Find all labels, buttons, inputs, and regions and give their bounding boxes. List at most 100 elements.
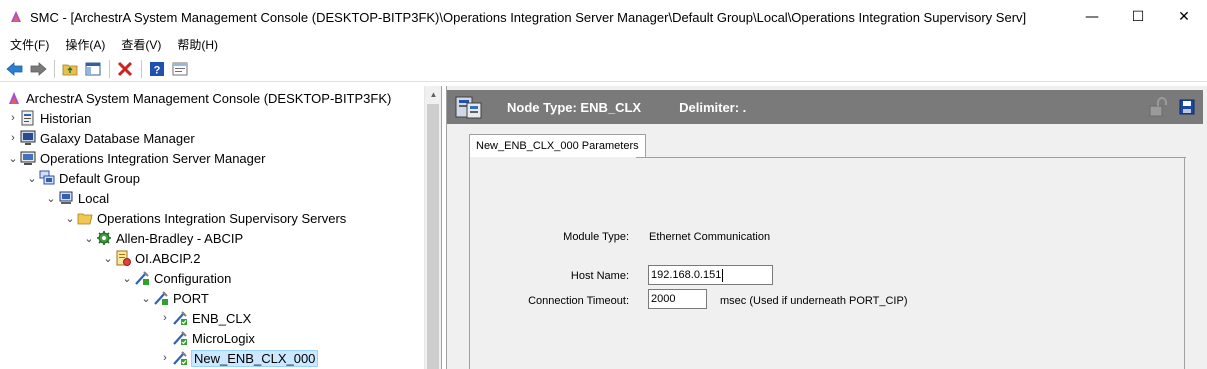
parameters-panel: Module Type: Ethernet Communication Host… [469,157,1186,369]
back-icon [6,62,23,76]
title-bar: SMC - [ArchestrA System Management Conso… [0,0,1207,34]
tree-item[interactable]: ⌄ Operations Integration Server Manager [6,148,265,168]
tab-parameters[interactable]: New_ENB_CLX_000 Parameters [469,134,646,158]
chevron-right-icon[interactable]: › [6,108,20,128]
tree-item-label: Configuration [154,270,232,286]
computer-icon [58,190,74,206]
tree-item[interactable]: ⌄ PORT [139,288,209,308]
toolbar-separator [109,60,110,78]
tree-item[interactable]: ⌄ Allen-Bradley - ABCIP [82,228,243,248]
tab-divider [636,157,1186,158]
port-icon [153,290,169,306]
menu-help[interactable]: 帮助(H) [169,34,226,56]
tree-item-label: ArchestrA System Management Console (DES… [26,90,392,106]
window-controls: — ☐ ✕ [1069,0,1207,34]
maximize-button[interactable]: ☐ [1115,0,1161,34]
host-name-text: 192.168.0.151 [651,269,722,281]
tree-item-label: Local [78,190,110,206]
properties-icon [172,62,188,76]
up-folder-button[interactable] [59,58,81,80]
back-button[interactable] [4,58,26,80]
node-icon [172,350,188,366]
chevron-down-icon[interactable]: ⌄ [6,148,20,168]
delimiter-label: Delimiter: . [679,99,747,115]
help-button[interactable]: ? [146,58,168,80]
tree-item[interactable]: MicroLogix [158,328,255,348]
database-manager-icon [20,130,36,146]
save-icon[interactable] [1179,99,1195,115]
forward-icon [30,62,47,76]
delete-icon [117,61,133,77]
toolbar-separator [141,60,142,78]
folder-icon [77,210,93,226]
up-folder-icon [62,64,78,76]
close-button[interactable]: ✕ [1161,0,1207,34]
scroll-up-arrow-icon[interactable]: ▲ [425,86,441,103]
module-type-value: Ethernet Communication [649,231,771,243]
details-pane: Node Type: ENB_CLX Delimiter: . New_ENB_… [446,86,1207,369]
node-icon [172,310,188,326]
forward-button[interactable] [27,58,49,80]
app-icon [11,11,21,22]
console-icon [6,90,22,106]
module-type-label: Module Type: [563,231,629,243]
menu-view[interactable]: 查看(V) [113,34,169,56]
tree-pane: ArchestrA System Management Console (DES… [0,86,442,369]
gear-icon [96,230,112,246]
historian-icon [20,110,36,126]
server-instance-icon [115,250,131,266]
tree-item-label: Galaxy Database Manager [40,130,195,146]
delete-button[interactable] [114,58,136,80]
tree-scrollbar[interactable]: ▲ [424,86,441,369]
node-type-label: Node Type: ENB_CLX [507,99,642,115]
tree-item-label: PORT [173,290,209,306]
chevron-right-icon[interactable]: › [158,348,172,368]
chevron-down-icon[interactable]: ⌄ [139,288,153,308]
tree-item[interactable]: ⌄ Operations Integration Supervisory Serv… [63,208,346,228]
tree-item-label: Operations Integration Server Manager [40,150,266,166]
tree-item-label: Default Group [59,170,140,186]
chevron-right-icon[interactable]: › [158,308,172,328]
chevron-down-icon[interactable]: ⌄ [120,268,134,288]
minimize-button[interactable]: — [1069,0,1115,34]
host-name-input[interactable]: 192.168.0.151 [648,265,773,285]
tree-item[interactable]: › ENB_CLX [158,308,251,328]
chevron-down-icon[interactable]: ⌄ [101,248,115,268]
tree-item[interactable]: › New_ENB_CLX_000 [158,348,319,368]
scrollbar-thumb[interactable] [427,104,439,369]
chevron-down-icon[interactable]: ⌄ [82,228,96,248]
show-hide-tree-icon [85,62,101,76]
chevron-down-icon[interactable]: ⌄ [25,168,39,188]
chevron-down-icon[interactable]: ⌄ [44,188,58,208]
tree-item[interactable]: ⌄ Local [44,188,109,208]
tree-item-label: Allen-Bradley - ABCIP [116,230,244,246]
no-expander [158,328,172,348]
connection-timeout-unit: msec (Used if underneath PORT_CIP) [720,295,908,307]
group-icon [39,170,55,186]
tree-item-label: ENB_CLX [192,310,252,326]
chevron-right-icon[interactable]: › [6,128,20,148]
tree-item[interactable]: ArchestrA System Management Console (DES… [6,88,391,108]
tree-item[interactable]: ⌄ Configuration [120,268,231,288]
node-type-icon [455,96,482,119]
show-hide-tree-button[interactable] [82,58,104,80]
menu-bar: 文件(F) 操作(A) 查看(V) 帮助(H) [0,34,1207,56]
smc-window: SMC - [ArchestrA System Management Conso… [0,0,1207,369]
tree-item-label: OI.ABCIP.2 [135,250,201,266]
tree-item[interactable]: ⌄ Default Group [25,168,140,188]
lock-icon[interactable] [1147,97,1167,117]
server-manager-icon [20,150,36,166]
text-caret [722,268,724,282]
tree-item[interactable]: ⌄ OI.ABCIP.2 [101,248,201,268]
tree-item[interactable]: › Historian [6,108,91,128]
help-icon: ? [150,62,164,77]
menu-action[interactable]: 操作(A) [57,34,113,56]
menu-file[interactable]: 文件(F) [0,34,57,56]
properties-button[interactable] [169,58,191,80]
tree-item-label: New_ENB_CLX_000 [190,349,319,367]
connection-timeout-input[interactable]: 2000 [648,289,707,309]
toolbar-separator [54,60,55,78]
toolbar: ? [0,57,1207,82]
chevron-down-icon[interactable]: ⌄ [63,208,77,228]
tree-item[interactable]: › Galaxy Database Manager [6,128,195,148]
